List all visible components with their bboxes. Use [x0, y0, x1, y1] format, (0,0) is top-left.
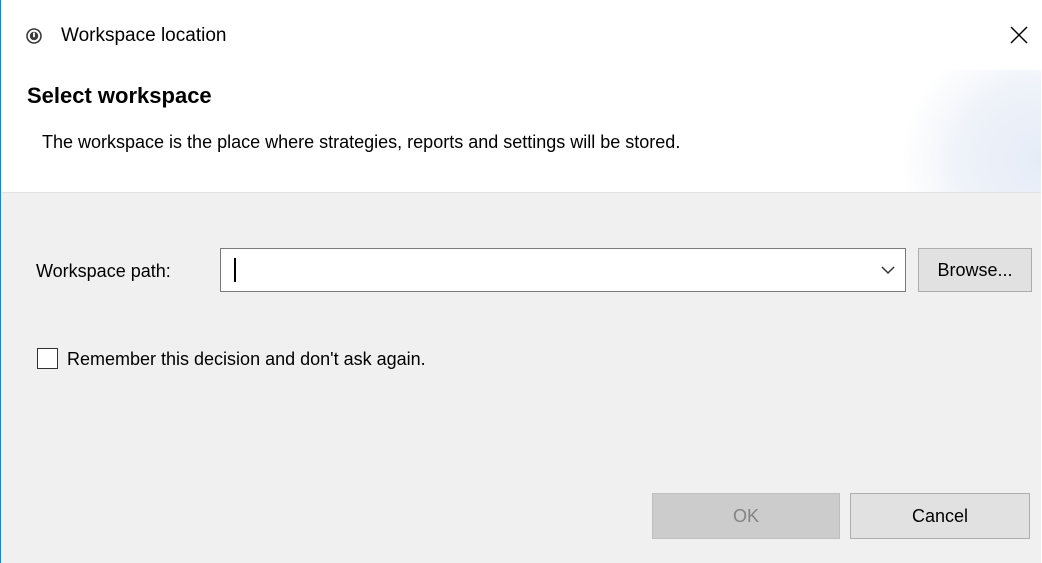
remember-decision-label[interactable]: Remember this decision and don't ask aga… — [67, 347, 426, 371]
close-button[interactable] — [1001, 17, 1037, 53]
workspace-dialog: Workspace location Select workspace The … — [0, 0, 1041, 563]
banner-description: The workspace is the place where strateg… — [42, 132, 681, 152]
close-icon — [1010, 26, 1028, 44]
workspace-path-input[interactable] — [231, 255, 851, 285]
browse-button[interactable]: Browse... — [918, 248, 1032, 292]
text-cursor — [234, 258, 236, 282]
banner-decoration — [901, 70, 1041, 192]
title-bar: Workspace location — [1, 0, 1041, 70]
banner-title: Select workspace — [27, 83, 212, 108]
ok-button[interactable]: OK — [652, 493, 840, 539]
remember-decision-checkbox[interactable] — [37, 348, 58, 369]
cancel-button[interactable]: Cancel — [850, 493, 1030, 539]
workspace-path-combobox[interactable] — [220, 248, 906, 292]
app-logo-icon — [26, 28, 42, 44]
header-banner: Select workspace The workspace is the pl… — [1, 70, 1041, 192]
banner-divider — [1, 192, 1041, 193]
window-title: Workspace location — [61, 25, 227, 46]
chevron-down-icon[interactable] — [879, 261, 897, 279]
workspace-path-label: Workspace path: — [36, 261, 171, 281]
